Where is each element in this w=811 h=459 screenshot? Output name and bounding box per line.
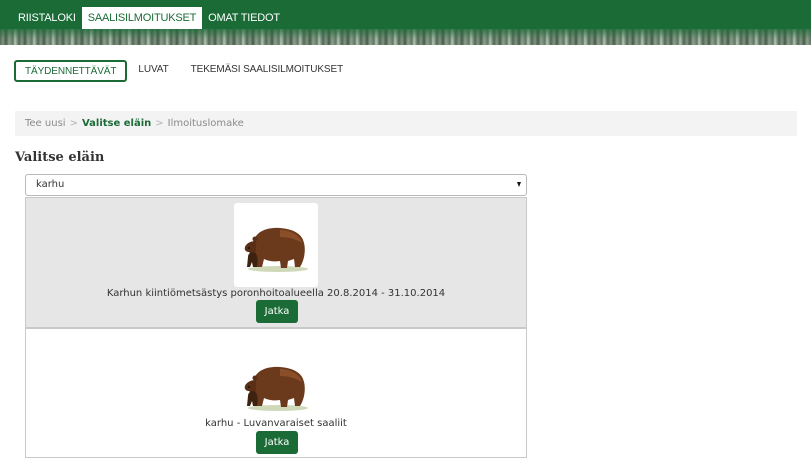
top-nav-riistaloki[interactable]: RIISTALOKI [12,7,82,29]
chevron-down-icon [517,182,521,187]
breadcrumb-ilmoituslomake: Ilmoituslomake [167,118,244,129]
animal-select-value: karhu [36,179,65,190]
top-nav-omat-tiedot[interactable]: OMAT TIEDOT [202,7,286,29]
breadcrumb-valitse-elain: Valitse eläin [81,118,152,129]
tab-tekemasi-saalisilmoitukset[interactable]: TEKEMÄSI SAALISILMOITUKSET [180,60,354,82]
result-title: karhu - Luvanvaraiset saaliit [205,418,347,429]
animal-select[interactable]: karhu [25,174,527,196]
breadcrumb-separator: > [155,118,164,129]
continue-button[interactable]: Jatka [256,300,298,323]
tab-luvat[interactable]: LUVAT [127,60,179,82]
page-title: Valitse eläin [15,150,105,165]
breadcrumb: Tee uusi > Valitse eläin > Ilmoituslomake [15,111,797,136]
top-nav-saalisilmoitukset[interactable]: SAALISILMOITUKSET [81,7,203,29]
top-nav: RIISTALOKI SAALISILMOITUKSET OMAT TIEDOT [12,7,286,29]
result-card: karhu - Luvanvaraiset saaliit Jatka [25,328,527,458]
continue-button[interactable]: Jatka [256,431,298,454]
tab-taydennettavat[interactable]: TÄYDENNETTÄVÄT [14,60,128,82]
forest-banner-image [0,29,811,45]
breadcrumb-tee-uusi[interactable]: Tee uusi [25,118,66,129]
top-banner: RIISTALOKI SAALISILMOITUKSET OMAT TIEDOT [0,0,811,45]
result-title: Karhun kiintiömetsästys poronhoitoalueel… [106,288,446,299]
bear-icon [234,342,318,426]
sub-nav: TÄYDENNETTÄVÄT LUVAT TEKEMÄSI SAALISILMO… [14,60,354,82]
result-card: Karhun kiintiömetsästys poronhoitoalueel… [25,197,527,328]
bear-icon [234,203,318,287]
breadcrumb-separator: > [69,118,78,129]
